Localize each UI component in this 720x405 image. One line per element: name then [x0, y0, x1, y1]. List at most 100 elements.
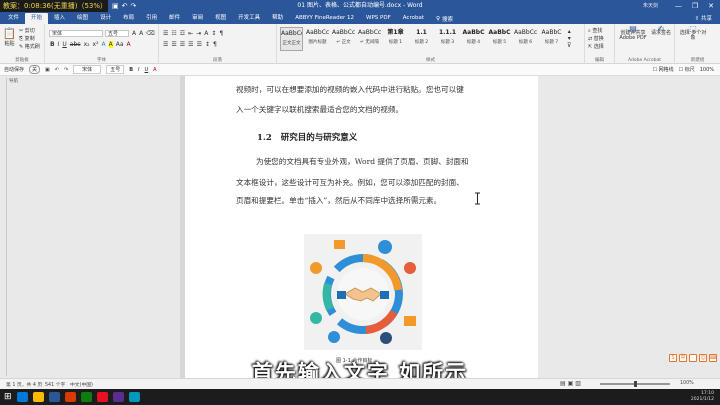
select-multiple-button[interactable]: ⬚ 选择 多个对象: [678, 25, 708, 41]
text-effects-button[interactable]: A: [102, 41, 106, 48]
windows-start-icon[interactable]: ⊞: [4, 392, 12, 402]
undo-icon[interactable]: ↶: [55, 67, 59, 73]
ime-toolbar[interactable]: S 中 · ☺ ⌨: [669, 354, 717, 362]
style-item[interactable]: 1.1 标题 2: [410, 27, 433, 51]
style-item[interactable]: 1.1.1 标题 3: [436, 27, 459, 51]
ime-keyboard-icon[interactable]: ⌨: [709, 354, 717, 362]
word-count[interactable]: 541 个字: [45, 381, 65, 388]
read-mode-icon[interactable]: ▤: [560, 380, 566, 387]
bullets-icon[interactable]: ☰: [163, 30, 168, 37]
tab-layout[interactable]: 布局: [117, 13, 140, 24]
nav-pane-label[interactable]: 导航: [9, 78, 18, 84]
font-size-mini[interactable]: 五号: [106, 65, 125, 74]
paste-button[interactable]: 📋 粘贴: [2, 27, 17, 47]
style-item[interactable]: AaBbCcDd 图片标题: [306, 27, 329, 51]
tab-home[interactable]: 开始: [25, 13, 49, 24]
tab-design[interactable]: 设计: [94, 13, 117, 24]
gridlines-checkbox[interactable]: ☐ 网格线: [653, 66, 674, 73]
clear-format-icon[interactable]: ⌫: [146, 30, 154, 37]
align-right-button[interactable]: ☰: [180, 41, 185, 48]
minimize-button[interactable]: —: [675, 2, 682, 10]
chinese-layout-icon[interactable]: A: [204, 30, 208, 37]
request-signature-button[interactable]: ✍ 请求签名: [650, 25, 672, 36]
taskbar-app-icon[interactable]: [64, 392, 76, 402]
print-layout-icon[interactable]: ▣: [568, 380, 574, 387]
taskbar-app-icon[interactable]: [96, 392, 108, 402]
numbering-icon[interactable]: ☷: [171, 30, 176, 37]
tab-acrobat[interactable]: Acrobat: [397, 13, 430, 24]
multilevel-list-icon[interactable]: ☲: [180, 30, 185, 37]
align-left-button[interactable]: ☰: [163, 41, 168, 48]
taskbar-app-icon[interactable]: [112, 392, 124, 402]
style-item[interactable]: AaBbCc 标题 6: [514, 27, 537, 51]
decrease-indent-icon[interactable]: ⇤: [188, 30, 193, 37]
style-item[interactable]: AaBbC 标题 5: [488, 27, 511, 51]
taskbar-app-icon[interactable]: [128, 392, 140, 402]
undo-icon[interactable]: ↶: [122, 2, 128, 10]
subscript-button[interactable]: x₂: [84, 41, 90, 48]
share-button[interactable]: ⇧ 共享: [695, 14, 712, 22]
autosave-toggle[interactable]: 关: [29, 65, 41, 74]
document-page[interactable]: 视频时，可以在想要添加的视频的嵌入代码中进行粘贴。您也可以键 入一个关键字以联机…: [185, 76, 538, 378]
select-button[interactable]: ⇱ 选择: [588, 43, 604, 50]
font-name-select[interactable]: 宋体: [49, 30, 103, 37]
font-color-icon[interactable]: A: [153, 67, 156, 73]
redo-icon[interactable]: ↷: [64, 67, 68, 73]
style-item[interactable]: AaBbC 标题 4: [462, 27, 485, 51]
font-color-button[interactable]: A: [127, 41, 131, 48]
font-name-mini[interactable]: 宋体: [73, 65, 102, 74]
page-count[interactable]: 第 1 页，共 4 页: [6, 381, 42, 388]
style-item[interactable]: AaBbCcDd ↵ 正文: [332, 27, 355, 51]
replace-button[interactable]: ⇄ 替换: [588, 35, 604, 42]
font-size-select[interactable]: 五号: [105, 30, 129, 37]
taskbar-app-icon[interactable]: [48, 392, 60, 402]
ruler-checkbox[interactable]: ☐ 标尺: [679, 66, 695, 73]
web-layout-icon[interactable]: ▥: [575, 380, 581, 387]
sort-icon[interactable]: ↕: [211, 30, 216, 37]
tab-file[interactable]: 文件: [2, 13, 25, 24]
restore-button[interactable]: ❐: [692, 2, 698, 10]
align-center-button[interactable]: ☰: [171, 41, 176, 48]
user-name[interactable]: 朱天剑: [643, 0, 658, 12]
ime-punct-icon[interactable]: ·: [689, 354, 697, 362]
tab-wps-pdf[interactable]: WPS PDF: [360, 13, 397, 24]
shrink-font-icon[interactable]: A: [139, 30, 143, 37]
change-case-button[interactable]: Aa: [116, 41, 124, 48]
language[interactable]: 中文(中国): [70, 381, 93, 388]
find-button[interactable]: ⌕ 查找: [588, 27, 602, 34]
zoom-level[interactable]: 100%: [680, 381, 694, 386]
ime-emoji-icon[interactable]: ☺: [699, 354, 707, 362]
underline-button[interactable]: U: [62, 41, 66, 48]
justify-button[interactable]: ☰: [188, 41, 193, 48]
strikethrough-button[interactable]: abc: [70, 41, 81, 48]
italic-button[interactable]: I: [58, 41, 60, 48]
distributed-button[interactable]: ☰: [197, 41, 202, 48]
show-marks-icon[interactable]: ¶: [219, 30, 223, 37]
create-pdf-button[interactable]: ▤ 创建并共享 Adobe PDF: [618, 25, 648, 41]
increase-indent-icon[interactable]: ⇥: [196, 30, 201, 37]
styles-scroll[interactable]: ▴ ▾ ⊽: [567, 28, 571, 49]
zoom-mini[interactable]: 100%: [700, 67, 714, 73]
tell-me-search[interactable]: ♀ 搜索: [436, 13, 453, 24]
taskbar-app-icon[interactable]: [32, 392, 44, 402]
style-item[interactable]: AaBbCcDd ↵ 无间隔: [358, 27, 381, 51]
close-button[interactable]: ✕: [708, 2, 714, 10]
style-item[interactable]: AaBbCcDd 正文正文: [280, 27, 303, 51]
taskbar-app-icon[interactable]: [80, 392, 92, 402]
bold-icon[interactable]: B: [129, 67, 133, 73]
system-tray-clock[interactable]: 17:10 2021/1/12: [691, 391, 714, 403]
save-icon[interactable]: ▣: [45, 67, 50, 73]
line-spacing-button[interactable]: ↕: [205, 41, 210, 48]
tab-insert[interactable]: 插入: [48, 13, 71, 24]
tab-view[interactable]: 视图: [209, 13, 232, 24]
tab-abbyy[interactable]: ABBYY FineReader 12: [289, 13, 360, 24]
style-item[interactable]: AaBbC 标题 7: [540, 27, 563, 51]
tab-mailings[interactable]: 邮件: [163, 13, 186, 24]
tab-review[interactable]: 审阅: [186, 13, 209, 24]
format-painter-button[interactable]: ✎ 格式刷: [19, 43, 40, 50]
redo-icon[interactable]: ↷: [131, 2, 137, 10]
zoom-slider-thumb[interactable]: [634, 381, 637, 387]
cooperation-figure[interactable]: [304, 234, 422, 350]
italic-icon[interactable]: I: [138, 67, 139, 73]
shading-button[interactable]: ¶: [213, 41, 217, 48]
